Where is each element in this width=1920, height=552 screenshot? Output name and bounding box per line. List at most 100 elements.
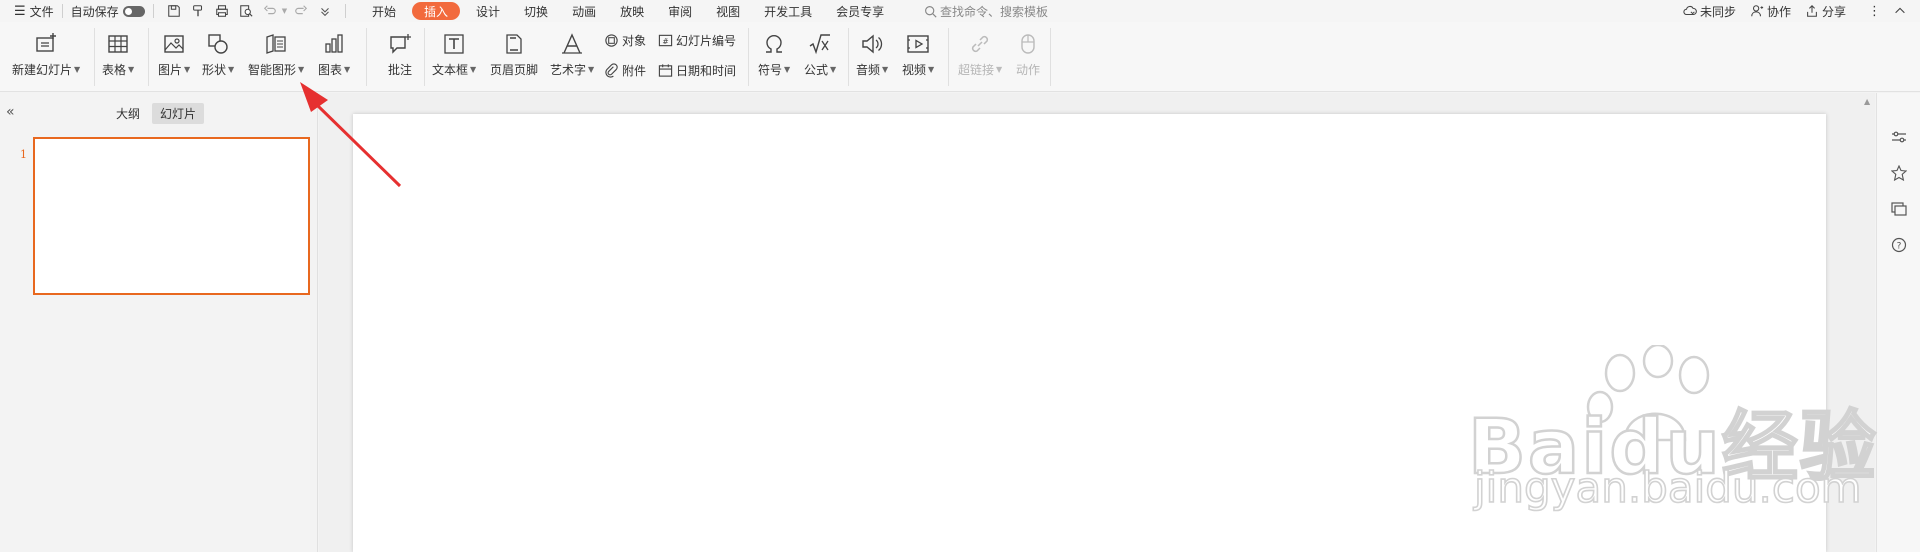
tab-member[interactable]: 会员专享	[824, 0, 896, 22]
tab-design[interactable]: 设计	[464, 0, 512, 22]
collaborate-button[interactable]: 协作	[1750, 3, 1791, 20]
tab-transitions[interactable]: 切换	[512, 0, 560, 22]
video-button[interactable]: 视频 ▼	[902, 30, 934, 78]
sync-label: 未同步	[1699, 4, 1736, 19]
picture-icon	[160, 30, 188, 58]
more-options-icon[interactable]: ⋮	[1868, 4, 1881, 19]
chevron-down-icon: ▼	[830, 65, 837, 74]
omega-icon	[760, 30, 788, 58]
autosave-toggle[interactable]: 自动保存	[71, 0, 145, 22]
comment-label: 批注	[387, 63, 412, 77]
sync-status-button[interactable]: 未同步	[1683, 3, 1736, 20]
table-button[interactable]: 表格 ▼	[102, 30, 134, 78]
autosave-label: 自动保存	[70, 4, 119, 19]
shape-button[interactable]: 形状 ▼	[202, 30, 234, 78]
slide-number-icon: #	[658, 34, 673, 47]
file-menu-label: 文件	[29, 4, 54, 19]
print-icon[interactable]	[213, 2, 231, 20]
slide-thumbnail[interactable]	[33, 137, 310, 295]
tab-developer[interactable]: 开发工具	[752, 0, 824, 22]
slide-layout-icon[interactable]	[1889, 199, 1909, 219]
divider	[94, 28, 95, 86]
tab-animations[interactable]: 动画	[560, 0, 608, 22]
smartart-icon	[262, 30, 290, 58]
collapse-ribbon-icon[interactable]	[1893, 4, 1910, 18]
tab-slides[interactable]: 幻灯片	[152, 103, 205, 124]
pin-star-icon[interactable]	[1889, 163, 1909, 183]
divider	[948, 28, 949, 86]
chevron-down-icon: ▼	[784, 65, 791, 74]
picture-label: 图片	[158, 63, 183, 77]
undo-icon[interactable]	[261, 2, 279, 20]
new-slide-button[interactable]: 新建幻灯片 ▼	[12, 30, 80, 78]
save-icon[interactable]	[165, 2, 183, 20]
divider	[152, 4, 154, 18]
chevron-down-icon: ▼	[588, 65, 595, 74]
format-painter-icon[interactable]	[189, 2, 207, 20]
command-search[interactable]: 查找命令、搜索模板	[924, 0, 1048, 22]
shape-label: 形状	[202, 63, 227, 77]
tab-review[interactable]: 审阅	[656, 0, 704, 22]
datetime-button[interactable]: 日期和时间	[658, 62, 736, 79]
picture-button[interactable]: 图片 ▼	[158, 30, 190, 78]
divider	[61, 4, 63, 18]
collapse-panel-icon[interactable]: «	[6, 104, 15, 120]
bar-chart-icon	[320, 30, 348, 58]
slide-number-button[interactable]: # 幻灯片编号	[658, 32, 736, 49]
hyperlink-button[interactable]: 超链接 ▼	[958, 30, 1002, 78]
divider	[1050, 28, 1051, 86]
smartart-button[interactable]: 智能图形 ▼	[248, 30, 304, 78]
tab-outline[interactable]: 大纲	[108, 103, 148, 124]
file-menu[interactable]: ☰ 文件	[14, 0, 54, 22]
user-icon	[1751, 5, 1764, 17]
divider	[345, 4, 347, 18]
textbox-label: 文本框	[432, 63, 469, 77]
header-footer-button[interactable]: 页眉页脚	[490, 30, 538, 78]
chevron-down-icon: ▼	[882, 65, 889, 74]
audio-button[interactable]: 音频 ▼	[856, 30, 888, 78]
baidu-jingyan-watermark: Baidu经验 jingyan.baidu.com	[1467, 345, 1908, 513]
tab-view[interactable]: 视图	[704, 0, 752, 22]
svg-text:?: ?	[1897, 242, 1902, 252]
smartart-label: 智能图形	[248, 63, 297, 77]
textbox-button[interactable]: 文本框 ▼	[432, 30, 476, 78]
toggle-switch-icon[interactable]	[122, 5, 145, 17]
customize-quick-access-icon[interactable]	[316, 2, 334, 20]
wordart-label: 艺术字	[550, 63, 587, 77]
tab-insert[interactable]: 插入	[412, 2, 461, 20]
chevron-down-icon[interactable]: ▼	[282, 7, 287, 15]
attachment-label: 附件	[622, 64, 647, 78]
watermark-url: jingyan.baidu.com	[1473, 462, 1862, 513]
action-button[interactable]: 动作	[1014, 30, 1042, 78]
divider	[148, 28, 149, 86]
cloud-sync-icon	[1683, 5, 1697, 16]
share-label: 分享	[1821, 4, 1846, 19]
help-icon[interactable]: ?	[1889, 235, 1909, 255]
wordart-button[interactable]: 艺术字 ▼	[550, 30, 594, 78]
calendar-icon	[658, 64, 673, 77]
object-icon	[605, 34, 618, 47]
attachment-button[interactable]: 附件	[604, 62, 646, 79]
table-label: 表格	[102, 63, 127, 77]
chevron-down-icon: ▼	[928, 65, 935, 74]
chevron-down-icon: ▼	[228, 65, 235, 74]
chevron-down-icon: ▼	[74, 65, 81, 74]
settings-sliders-icon[interactable]	[1889, 127, 1909, 147]
tab-home[interactable]: 开始	[360, 0, 408, 22]
divider	[366, 28, 367, 86]
redo-icon[interactable]	[292, 2, 310, 20]
print-preview-icon[interactable]	[237, 2, 255, 20]
hyperlink-label: 超链接	[958, 63, 995, 77]
symbol-button[interactable]: 符号 ▼	[758, 30, 790, 78]
formula-button[interactable]: 公式 ▼	[804, 30, 836, 78]
chevron-down-icon: ▼	[184, 65, 191, 74]
comment-button[interactable]: 批注	[386, 30, 414, 78]
share-button[interactable]: 分享	[1805, 3, 1846, 20]
textbox-icon	[440, 30, 468, 58]
panel-view-tabs: 大纲 幻灯片	[108, 103, 208, 124]
object-button[interactable]: 对象	[604, 32, 646, 49]
chart-button[interactable]: 图表 ▼	[318, 30, 350, 78]
scroll-up-icon[interactable]: ▲	[1864, 97, 1870, 106]
ribbon-tabs: 开始 插入 设计 切换 动画 放映 审阅 视图 开发工具 会员专享	[360, 0, 896, 22]
tab-slideshow[interactable]: 放映	[608, 0, 656, 22]
